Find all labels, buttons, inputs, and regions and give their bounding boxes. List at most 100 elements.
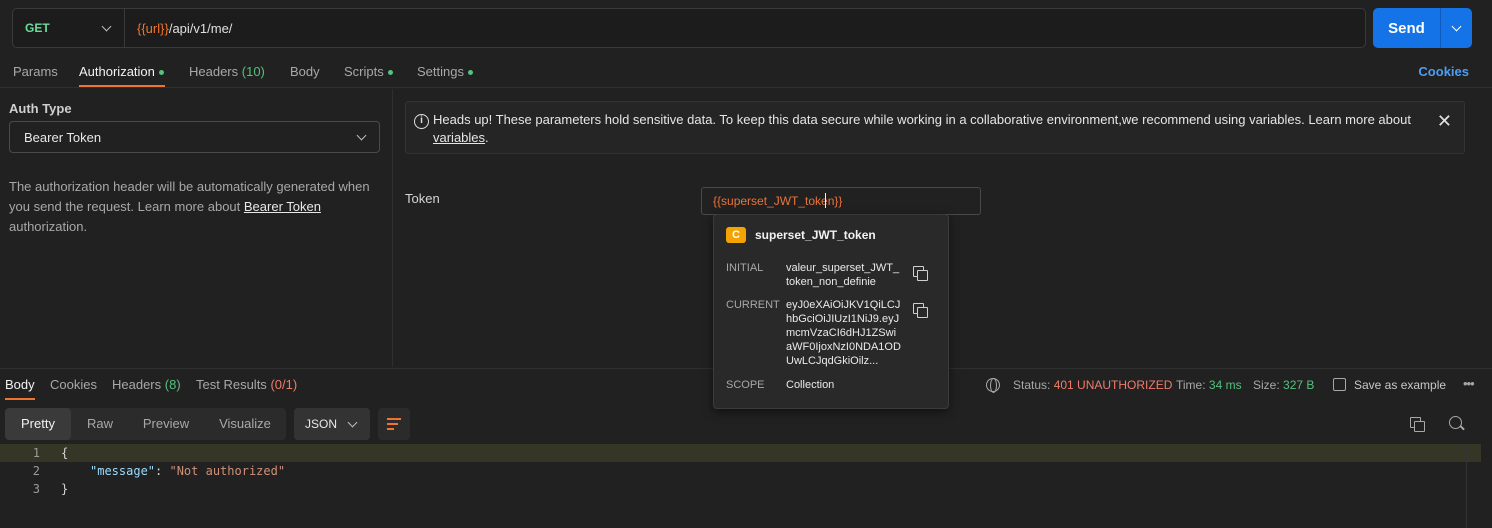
json-key: "message" (90, 464, 156, 478)
send-button[interactable]: Send (1373, 8, 1472, 48)
auth-type-value: Bearer Token (24, 129, 102, 145)
response-tab-body[interactable]: Body (5, 377, 35, 392)
postman-window: GET {{url}}/api/v1/me/ Send Params Autho… (0, 0, 1492, 528)
format-select[interactable]: JSON (294, 408, 370, 440)
copy-icon[interactable] (913, 266, 928, 281)
json-string: "Not authorized" (169, 464, 286, 478)
send-options-button[interactable] (1440, 8, 1472, 48)
view-tab-preview[interactable]: Preview (131, 408, 201, 440)
url-bar: GET {{url}}/api/v1/me/ (12, 8, 1366, 48)
tab-settings-label: Settings (417, 64, 464, 79)
method-select[interactable]: GET (13, 9, 125, 47)
variables-link[interactable]: variables (433, 130, 485, 145)
code-line: 1 { (0, 444, 1481, 462)
time-value[interactable]: 34 ms (1209, 378, 1242, 392)
auth-description: The authorization header will be automat… (9, 177, 381, 237)
response-tab-headers[interactable]: Headers (8) (112, 377, 181, 392)
request-tabs: Params Authorization Headers (10) Body S… (0, 56, 1492, 88)
tab-scripts[interactable]: Scripts (344, 64, 393, 79)
time-label: Time: (1176, 378, 1206, 392)
line-number: 3 (32, 482, 40, 496)
code-line: 2 "message": "Not authorized" (0, 462, 1481, 480)
wrap-icon (387, 428, 394, 430)
collection-badge: C (726, 227, 746, 243)
close-icon[interactable]: ✕ (1437, 111, 1452, 132)
more-options-icon[interactable]: ••• (1463, 376, 1475, 391)
status-label: Status: (1013, 378, 1051, 392)
response-body-editor[interactable]: 1 { 2 "message": "Not authorized" 3 } (0, 444, 1481, 504)
active-dot-icon (158, 70, 164, 76)
url-variable: {{url}} (137, 20, 169, 36)
code-text: { (61, 446, 69, 460)
format-value: JSON (305, 417, 338, 431)
scope-label: SCOPE (726, 379, 765, 391)
globe-icon[interactable] (986, 378, 1000, 393)
response-tab-tests[interactable]: Test Results (0/1) (196, 377, 297, 392)
auth-type-label: Auth Type (9, 101, 72, 116)
sensitive-data-warning: i Heads up! These parameters hold sensit… (405, 101, 1465, 154)
url-path: /api/v1/me/ (168, 20, 233, 36)
wrap-icon (387, 418, 401, 420)
save-icon (1333, 378, 1346, 391)
chevron-down-icon (1451, 21, 1462, 31)
chevron-down-icon (347, 417, 358, 427)
save-as-example-button[interactable]: Save as example (1354, 378, 1446, 392)
initial-label: INITIAL (726, 262, 764, 274)
active-dot-icon (467, 70, 473, 76)
view-tab-raw[interactable]: Raw (75, 408, 125, 440)
line-number: 2 (32, 464, 40, 478)
bearer-token-link[interactable]: Bearer Token (244, 199, 321, 214)
scope-value: Collection (786, 379, 835, 391)
test-results-label: Test Results (196, 377, 267, 392)
current-value: eyJ0eXAiOiJKV1QiLCJhbGciOiJIUzI1NiJ9.eyJ… (786, 299, 901, 367)
response-tab-cookies[interactable]: Cookies (50, 377, 97, 392)
auth-desc-end: authorization. (9, 219, 88, 234)
text-cursor-icon (825, 193, 831, 208)
response-view-tabs: Pretty Raw Preview Visualize (5, 408, 286, 440)
chevron-down-icon (101, 21, 112, 31)
send-label: Send (1388, 19, 1425, 37)
status-value[interactable]: 401 UNAUTHORIZED (1054, 378, 1173, 392)
variable-name: superset_JWT_token (755, 228, 876, 242)
test-results-count: (0/1) (270, 377, 298, 392)
token-label: Token (405, 191, 440, 206)
search-icon[interactable] (1449, 416, 1462, 429)
auth-type-select[interactable]: Bearer Token (9, 121, 380, 153)
view-tab-pretty[interactable]: Pretty (5, 408, 71, 440)
status-readout: Status: 401 UNAUTHORIZED (1013, 378, 1172, 392)
time-readout: Time: 34 ms (1176, 378, 1242, 392)
copy-response-icon[interactable] (1410, 417, 1425, 432)
tab-scripts-label: Scripts (344, 64, 384, 79)
size-value[interactable]: 327 B (1283, 378, 1314, 392)
active-dot-icon (387, 70, 393, 76)
tab-headers-label: Headers (189, 64, 239, 79)
view-tab-visualize[interactable]: Visualize (209, 408, 281, 440)
auth-type-pane: Auth Type Bearer Token The authorization… (0, 89, 393, 367)
initial-value: valeur_superset_JWT_token_non_definie (786, 262, 900, 288)
line-number: 1 (32, 446, 40, 460)
tab-body[interactable]: Body (290, 64, 320, 79)
size-label: Size: (1253, 378, 1280, 392)
tab-authorization[interactable]: Authorization (79, 64, 164, 79)
tab-params[interactable]: Params (13, 64, 58, 79)
size-readout: Size: 327 B (1253, 378, 1314, 392)
current-label: CURRENT (726, 299, 780, 311)
response-headers-label: Headers (112, 377, 162, 392)
tab-authorization-label: Authorization (79, 64, 155, 79)
copy-icon[interactable] (913, 303, 928, 318)
tab-settings[interactable]: Settings (417, 64, 473, 79)
code-text: } (61, 482, 69, 496)
active-tab-indicator (79, 85, 165, 87)
json-sep: : (155, 464, 170, 478)
wrap-icon (387, 423, 398, 425)
tab-headers[interactable]: Headers (10) (189, 64, 265, 79)
url-input[interactable]: {{url}}/api/v1/me/ (125, 21, 232, 36)
warning-end: . (485, 130, 489, 145)
code-line: 3 } (0, 480, 1481, 498)
wrap-lines-button[interactable] (378, 408, 410, 440)
cookies-link[interactable]: Cookies (1418, 64, 1469, 79)
warning-text: Heads up! These parameters hold sensitiv… (433, 111, 1413, 147)
token-input[interactable]: {{superset_JWT_token}} (701, 187, 981, 215)
editor-scrollbar[interactable] (1466, 444, 1467, 528)
active-tab-indicator (5, 398, 35, 400)
